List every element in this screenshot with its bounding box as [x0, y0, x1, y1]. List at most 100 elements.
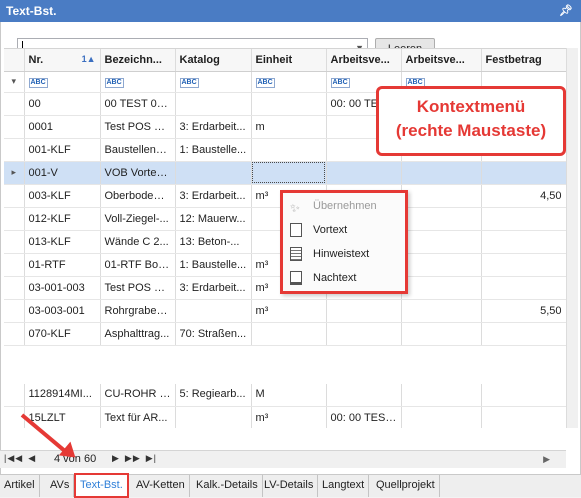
cell-einheit[interactable]: [251, 322, 327, 346]
cell-katalog[interactable]: 3: Erdarbeit...: [175, 184, 252, 208]
cell-arbeitsve-1[interactable]: [326, 161, 402, 185]
cell-katalog[interactable]: 70: Straßen...: [175, 322, 252, 346]
row-indicator[interactable]: [4, 299, 25, 323]
row-indicator[interactable]: [4, 115, 25, 139]
cell-einheit[interactable]: [251, 161, 327, 185]
cell-einheit[interactable]: m³: [251, 299, 327, 323]
filter-cell[interactable]: ABC: [175, 71, 252, 93]
row-indicator[interactable]: [4, 322, 25, 346]
cell-arbeitsve-2[interactable]: [401, 230, 482, 254]
cell-bezeichnung[interactable]: Test POS mi...: [100, 276, 176, 300]
row-indicator[interactable]: [4, 138, 25, 162]
cell-festbetrag[interactable]: 5,50: [481, 299, 566, 323]
cell-nr[interactable]: 003-KLF: [24, 184, 101, 208]
cell-bezeichnung[interactable]: VOB Vortex...: [100, 161, 176, 185]
cell-nr[interactable]: 070-KLF: [24, 322, 101, 346]
table-row[interactable]: ▸ 001-V VOB Vortex...: [4, 161, 566, 185]
cell-katalog[interactable]: 1: Baustelle...: [175, 253, 252, 277]
cell-bezeichnung[interactable]: Oberboden ...: [100, 184, 176, 208]
filter-cell[interactable]: ABC: [24, 71, 101, 93]
row-indicator[interactable]: [4, 276, 25, 300]
cell-nr[interactable]: 00: [24, 92, 101, 116]
cell-bezeichnung[interactable]: Rohrgraben...: [100, 299, 176, 323]
cell-einheit[interactable]: [251, 92, 327, 116]
cell-katalog[interactable]: [175, 161, 252, 185]
tab-text-bst[interactable]: Text-Bst.: [74, 473, 129, 498]
row-indicator[interactable]: [4, 92, 25, 116]
cell-katalog[interactable]: [175, 406, 252, 428]
cell-arbeitsve-2[interactable]: [401, 276, 482, 300]
row-indicator[interactable]: [4, 207, 25, 231]
cell-katalog[interactable]: 1: Baustelle...: [175, 138, 252, 162]
cell-bezeichnung[interactable]: Voll-Ziegel-...: [100, 207, 176, 231]
row-indicator[interactable]: [4, 383, 25, 407]
cell-arbeitsve-2[interactable]: [401, 253, 482, 277]
vertical-scrollbar[interactable]: [566, 48, 578, 428]
next-page-icon[interactable]: ▶: [112, 453, 120, 463]
cell-nr[interactable]: 013-KLF: [24, 230, 101, 254]
cell-arbeitsve-2[interactable]: [401, 299, 482, 323]
table-row[interactable]: 1128914MI... CU-ROHR 4... 5: Regiearb... M: [4, 383, 566, 407]
row-indicator[interactable]: [4, 184, 25, 208]
prev-page-icon[interactable]: ◀: [28, 453, 36, 463]
tab-avs[interactable]: AVs: [46, 475, 75, 497]
filter-cell[interactable]: ABC: [100, 71, 176, 93]
cell-katalog[interactable]: [175, 299, 252, 323]
cell-bezeichnung[interactable]: Baustellenei...: [100, 138, 176, 162]
cell-festbetrag[interactable]: 4,50: [481, 184, 566, 208]
tab-av-ketten[interactable]: AV-Ketten: [132, 475, 190, 497]
menu-item-uebernehmen[interactable]: ✨︎ Übernehmen: [283, 195, 405, 217]
cell-arbeitsve-1[interactable]: [326, 299, 402, 323]
menu-item-vortext[interactable]: Vortext: [283, 219, 405, 241]
first-page-icon[interactable]: |◀◀: [4, 453, 23, 463]
cell-nr[interactable]: 03-003-001: [24, 299, 101, 323]
filter-cell[interactable]: ABC: [251, 71, 327, 93]
pin-icon[interactable]: 📌︎: [559, 4, 573, 17]
cell-katalog[interactable]: 5: Regiearb...: [175, 383, 252, 407]
cell-arbeitsve-1[interactable]: 00: 00 TEST...: [326, 406, 402, 428]
column-header-arbeitsve-2[interactable]: Arbeitsve...: [401, 49, 482, 72]
cell-bezeichnung[interactable]: 00 TEST 01 ...: [100, 92, 176, 116]
row-indicator[interactable]: [4, 230, 25, 254]
cell-arbeitsve-1[interactable]: [326, 383, 402, 407]
cell-einheit[interactable]: m: [251, 115, 327, 139]
column-header-festbetrag[interactable]: Festbetrag: [481, 49, 566, 72]
column-header-katalog[interactable]: Katalog: [175, 49, 252, 72]
cell-arbeitsve-2[interactable]: [401, 383, 482, 407]
column-header-nr[interactable]: Nr. 1▲: [24, 49, 101, 72]
next-block-icon[interactable]: ▶▶: [125, 453, 141, 463]
tab-langtext[interactable]: Langtext: [318, 475, 370, 497]
cell-bezeichnung[interactable]: Wände C 2...: [100, 230, 176, 254]
cell-katalog[interactable]: 13: Beton-...: [175, 230, 252, 254]
cell-einheit[interactable]: M: [251, 383, 327, 407]
row-indicator[interactable]: [4, 253, 25, 277]
cell-arbeitsve-2[interactable]: [401, 207, 482, 231]
cell-nr[interactable]: 0001: [24, 115, 101, 139]
cell-einheit[interactable]: [251, 138, 327, 162]
cell-nr[interactable]: 001-V: [24, 161, 101, 185]
column-header-arbeitsve-1[interactable]: Arbeitsve...: [326, 49, 402, 72]
menu-item-hinweistext[interactable]: Hinweistext: [283, 243, 405, 265]
tab-quellprojekt[interactable]: Quellprojekt: [372, 475, 440, 497]
filter-icon[interactable]: ▾: [4, 71, 25, 93]
column-header-bezeichnung[interactable]: Bezeichn...: [100, 49, 176, 72]
cell-festbetrag[interactable]: [481, 207, 566, 231]
cell-bezeichnung[interactable]: Test POS mi...: [100, 115, 176, 139]
cell-arbeitsve-2[interactable]: [401, 184, 482, 208]
row-indicator[interactable]: ▸: [4, 161, 25, 185]
cell-nr[interactable]: 01-RTF: [24, 253, 101, 277]
cell-festbetrag[interactable]: [481, 230, 566, 254]
cell-bezeichnung[interactable]: 01-RTF Bod...: [100, 253, 176, 277]
cell-festbetrag[interactable]: [481, 161, 566, 185]
cell-nr[interactable]: 001-KLF: [24, 138, 101, 162]
tab-artikel[interactable]: Artikel: [0, 475, 40, 497]
cell-nr[interactable]: 012-KLF: [24, 207, 101, 231]
table-row[interactable]: 070-KLF Asphalttrag... 70: Straßen...: [4, 322, 566, 346]
cell-arbeitsve-2[interactable]: [401, 322, 482, 346]
cell-festbetrag[interactable]: [481, 276, 566, 300]
cell-katalog[interactable]: 12: Mauerw...: [175, 207, 252, 231]
cell-katalog[interactable]: 3: Erdarbeit...: [175, 276, 252, 300]
cell-katalog[interactable]: [175, 92, 252, 116]
cell-katalog[interactable]: 3: Erdarbeit...: [175, 115, 252, 139]
column-header-einheit[interactable]: Einheit: [251, 49, 327, 72]
